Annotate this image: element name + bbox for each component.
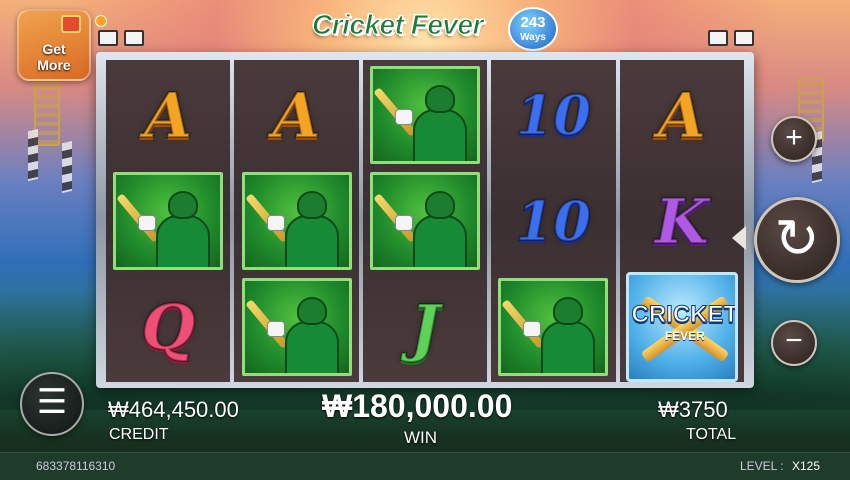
menu-button[interactable]: ☰ xyxy=(20,372,84,436)
reel-cell: A xyxy=(626,65,738,165)
flag-left-2 xyxy=(62,140,72,194)
reel-2: A xyxy=(234,60,359,382)
gift-icon xyxy=(61,15,81,33)
level-value: X125 xyxy=(792,459,821,473)
symbol-10: 10 xyxy=(515,82,592,148)
cricket-player-symbol-icon xyxy=(498,278,609,376)
game-title: Cricket Fever 243 Ways xyxy=(312,3,558,53)
lamp-icon xyxy=(708,30,728,46)
credit-value: ₩464,450.00 xyxy=(108,397,239,422)
spin-hint-arrow-icon xyxy=(732,226,746,250)
level-label: LEVEL : xyxy=(740,459,784,473)
info-bar xyxy=(0,452,850,480)
cricket-player-symbol-icon xyxy=(370,172,481,270)
reel-4: 10 10 xyxy=(491,60,616,382)
symbol-K: K xyxy=(654,184,710,259)
notification-dot xyxy=(95,15,107,27)
reel-cell: 10 xyxy=(497,65,609,165)
symbol-Q: Q xyxy=(140,290,196,365)
reel-cell xyxy=(241,277,353,377)
reel-cell xyxy=(112,171,224,271)
logo-symbol-text-2: FEVER xyxy=(664,329,705,343)
symbol-10: 10 xyxy=(515,188,592,254)
bet-decrease-button[interactable]: − xyxy=(771,320,817,366)
win-value: ₩180,000.00 xyxy=(322,388,513,424)
reel-cell: J xyxy=(369,277,481,377)
bet-increase-button[interactable]: + xyxy=(771,116,817,162)
total-bet-label: TOTAL xyxy=(686,426,737,443)
symbol-A: A xyxy=(657,78,707,153)
get-more-button[interactable]: Get More xyxy=(17,9,107,81)
win-label: WIN xyxy=(404,428,438,447)
flag-left xyxy=(28,128,38,182)
reel-1: AQ xyxy=(106,60,231,382)
ways-number: 243 xyxy=(520,14,546,31)
cricket-player-symbol-icon xyxy=(241,278,352,376)
reel-cell: 10 xyxy=(497,171,609,271)
get-more-label-1: Get xyxy=(42,41,66,57)
symbol-J: J xyxy=(409,290,440,365)
reel-cell: A xyxy=(241,65,353,165)
reel-cell: A xyxy=(112,65,224,165)
lamp-icon xyxy=(734,30,754,46)
reel-3: J xyxy=(362,60,488,382)
logo-symbol-text-1: CRICKET xyxy=(631,301,738,329)
cricket-player-symbol-icon xyxy=(241,172,352,270)
reel-cell: Q xyxy=(112,277,224,377)
lamp-icon xyxy=(124,30,144,46)
reel-5: A K CRICKET FEVER xyxy=(619,60,745,382)
get-more-label-2: More xyxy=(37,57,71,73)
total-bet-value: ₩3750 xyxy=(658,397,728,422)
cricket-player-symbol-icon xyxy=(113,172,224,270)
ways-label: Ways xyxy=(520,32,546,43)
reel-cell: CRICKET FEVER xyxy=(625,272,738,382)
symbol-A: A xyxy=(143,78,193,153)
game-title-text: Cricket Fever xyxy=(312,9,484,41)
ways-badge: 243 Ways xyxy=(508,7,558,51)
reel-cell xyxy=(369,171,481,271)
reel-cell xyxy=(241,171,353,271)
credit-label: CREDIT xyxy=(109,426,169,443)
round-id: 683378116310 xyxy=(36,459,116,473)
reel-cell: K xyxy=(626,171,738,271)
lamp-icon xyxy=(98,30,118,46)
cricket-player-symbol-icon xyxy=(370,66,481,164)
reel-cell xyxy=(497,277,609,377)
spin-button[interactable]: ↻ xyxy=(754,197,840,283)
cricket-fever-logo-symbol: CRICKET FEVER xyxy=(625,272,738,382)
reel-cell xyxy=(369,65,481,165)
reels-grid: A Q A J 10 10 A K CRICKET FEVER xyxy=(106,60,745,382)
symbol-A: A xyxy=(272,78,322,153)
